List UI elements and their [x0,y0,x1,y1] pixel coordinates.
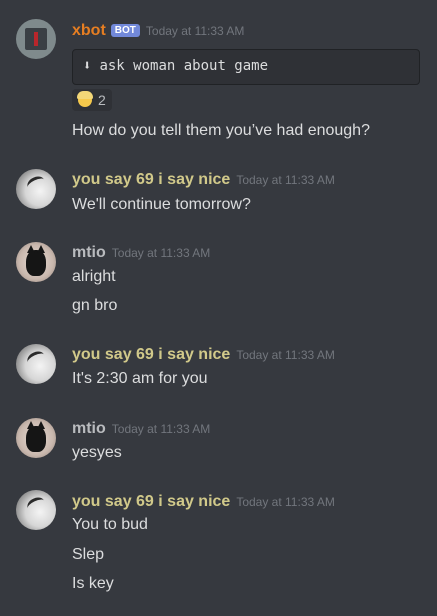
message-text: gn bro [72,297,118,314]
message-header: xbot BOT Today at 11:33 AM [72,22,244,40]
message-text: yesyes [72,444,122,461]
reaction-count: 2 [98,92,106,108]
code-block: ⬇ ask woman about game [72,49,420,85]
timestamp[interactable]: Today at 11:33 AM [236,173,335,187]
bot-tag: BOT [110,24,140,37]
timestamp[interactable]: Today at 11:33 AM [146,24,245,38]
message-header: mtio Today at 11:33 AM [72,244,210,262]
timestamp[interactable]: Today at 11:33 AM [112,422,211,436]
message-header: you say 69 i say nice Today at 11:33 AM [72,346,335,364]
message-text: Slep [72,546,105,563]
person-blonde-hair-emoji-icon [77,91,93,107]
message-text: It's 2:30 am for you [72,370,208,387]
message-header: mtio Today at 11:33 AM [72,420,210,438]
username[interactable]: you say 69 i say nice [72,493,230,510]
message-text: How do you tell them you’ve had enough? [72,122,370,139]
sheep-avatar[interactable] [16,344,56,384]
down-arrow-icon: ⬇ [83,58,92,74]
username[interactable]: you say 69 i say nice [72,346,230,363]
message-header: you say 69 i say nice Today at 11:33 AM [72,493,335,511]
timestamp[interactable]: Today at 11:33 AM [236,495,335,509]
message-text: alright [72,268,116,285]
code-text: ask woman about game [99,58,269,74]
username[interactable]: mtio [72,244,106,261]
cat-avatar[interactable] [16,242,56,282]
xbot-avatar[interactable] [16,19,56,59]
message-text: We'll continue tomorrow? [72,196,251,213]
username[interactable]: mtio [72,420,106,437]
username[interactable]: xbot [72,22,106,39]
timestamp[interactable]: Today at 11:33 AM [112,246,211,260]
message-text: Is key [72,575,114,592]
cat-avatar[interactable] [16,418,56,458]
sheep-avatar[interactable] [16,490,56,530]
username[interactable]: you say 69 i say nice [72,171,230,188]
timestamp[interactable]: Today at 11:33 AM [236,348,335,362]
message-header: you say 69 i say nice Today at 11:33 AM [72,171,335,189]
sheep-avatar[interactable] [16,169,56,209]
reaction-button[interactable]: 2 [72,89,112,111]
message-text: You to bud [72,516,148,533]
